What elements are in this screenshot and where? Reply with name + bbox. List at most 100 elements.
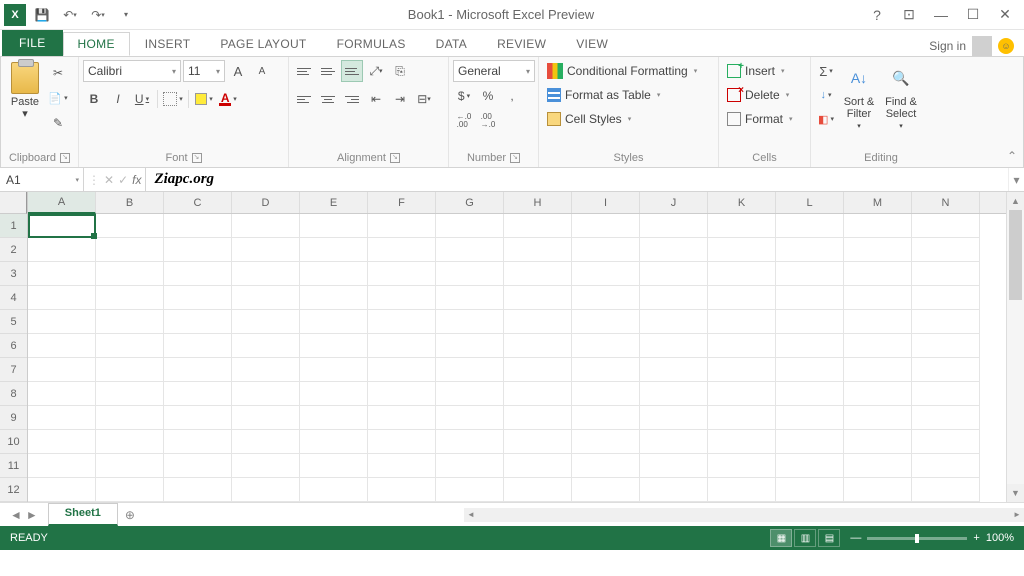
cell[interactable]	[368, 478, 436, 502]
tab-home[interactable]: HOME	[63, 32, 130, 56]
cell[interactable]	[912, 358, 980, 382]
scroll-left-icon[interactable]: ◄	[464, 510, 478, 519]
cell[interactable]	[844, 478, 912, 502]
percent-button[interactable]: %	[477, 85, 499, 107]
page-layout-view-button[interactable]: ▥	[794, 529, 816, 547]
cell[interactable]	[708, 454, 776, 478]
column-header[interactable]: D	[232, 192, 300, 213]
cell[interactable]	[232, 382, 300, 406]
fill-button[interactable]: ▾	[815, 84, 837, 106]
scroll-up-icon[interactable]: ▲	[1007, 192, 1024, 210]
cell[interactable]	[96, 262, 164, 286]
font-color-button[interactable]: A▾	[217, 88, 239, 110]
cell[interactable]	[96, 334, 164, 358]
cell[interactable]	[708, 262, 776, 286]
align-center-button[interactable]	[317, 88, 339, 110]
vertical-scrollbar[interactable]: ▲ ▼	[1006, 192, 1024, 502]
row-header[interactable]: 2	[0, 238, 27, 262]
column-header[interactable]: K	[708, 192, 776, 213]
cell[interactable]	[368, 214, 436, 238]
column-header[interactable]: J	[640, 192, 708, 213]
cell[interactable]	[232, 454, 300, 478]
cell[interactable]	[504, 406, 572, 430]
cell[interactable]	[776, 310, 844, 334]
cell[interactable]	[164, 478, 232, 502]
tab-formulas[interactable]: FORMULAS	[322, 32, 421, 56]
normal-view-button[interactable]: ▦	[770, 529, 792, 547]
sheet-nav-prev-icon[interactable]: ◄	[10, 508, 22, 522]
cell[interactable]	[776, 478, 844, 502]
cell[interactable]	[640, 286, 708, 310]
cell[interactable]	[912, 430, 980, 454]
format-painter-button[interactable]	[47, 112, 69, 134]
decrease-decimal-button[interactable]: .00 →.0	[477, 110, 499, 132]
cell[interactable]	[572, 262, 640, 286]
qat-redo-icon[interactable]: ↷▾	[86, 3, 110, 27]
cell[interactable]	[28, 214, 96, 238]
cell[interactable]	[368, 430, 436, 454]
tab-insert[interactable]: INSERT	[130, 32, 206, 56]
cell[interactable]	[708, 286, 776, 310]
cell[interactable]	[708, 214, 776, 238]
qat-undo-icon[interactable]: ↶▾	[58, 3, 82, 27]
cell[interactable]	[640, 214, 708, 238]
cell[interactable]	[436, 478, 504, 502]
cell[interactable]	[28, 262, 96, 286]
cell[interactable]	[368, 262, 436, 286]
cell[interactable]	[28, 310, 96, 334]
cell[interactable]	[28, 358, 96, 382]
tab-review[interactable]: REVIEW	[482, 32, 561, 56]
enter-formula-icon[interactable]: ✓	[118, 173, 128, 187]
cell[interactable]	[912, 334, 980, 358]
cell[interactable]	[232, 310, 300, 334]
cell[interactable]	[96, 358, 164, 382]
font-name-combo[interactable]: Calibri▾	[83, 60, 181, 82]
cell[interactable]	[96, 286, 164, 310]
close-icon[interactable]: ✕	[992, 4, 1018, 26]
cell[interactable]	[708, 358, 776, 382]
cell[interactable]	[164, 406, 232, 430]
cell[interactable]	[368, 454, 436, 478]
cell[interactable]	[912, 214, 980, 238]
row-header[interactable]: 11	[0, 454, 27, 478]
cell[interactable]	[300, 382, 368, 406]
cell[interactable]	[572, 358, 640, 382]
cut-button[interactable]	[47, 62, 69, 84]
cell[interactable]	[232, 358, 300, 382]
zoom-level[interactable]: 100%	[986, 532, 1014, 544]
cell[interactable]	[164, 286, 232, 310]
cell[interactable]	[776, 358, 844, 382]
cell[interactable]	[776, 430, 844, 454]
cell[interactable]	[368, 406, 436, 430]
cell[interactable]	[640, 382, 708, 406]
decrease-font-button[interactable]: A	[251, 60, 273, 82]
cell[interactable]	[164, 214, 232, 238]
cell[interactable]	[232, 214, 300, 238]
cell[interactable]	[776, 382, 844, 406]
bold-button[interactable]: B	[83, 88, 105, 110]
cell[interactable]	[776, 214, 844, 238]
sheet-nav-next-icon[interactable]: ►	[26, 508, 38, 522]
column-header[interactable]: N	[912, 192, 980, 213]
cell[interactable]	[368, 358, 436, 382]
font-size-combo[interactable]: 11▾	[183, 60, 225, 82]
vertical-scroll-thumb[interactable]	[1009, 210, 1022, 300]
maximize-icon[interactable]: ☐	[960, 4, 986, 26]
cell[interactable]	[640, 310, 708, 334]
cell[interactable]	[96, 478, 164, 502]
cell[interactable]	[844, 430, 912, 454]
cell[interactable]	[436, 214, 504, 238]
cell[interactable]	[572, 454, 640, 478]
tab-file[interactable]: FILE	[2, 30, 63, 56]
cell[interactable]	[572, 406, 640, 430]
delete-cells-button[interactable]: Delete▾	[723, 84, 793, 106]
cell[interactable]	[436, 238, 504, 262]
cell[interactable]	[28, 406, 96, 430]
cell[interactable]	[164, 334, 232, 358]
italic-button[interactable]: I	[107, 88, 129, 110]
cell[interactable]	[504, 238, 572, 262]
increase-decimal-button[interactable]: ←.0 .00	[453, 110, 475, 132]
border-button[interactable]: ▾	[162, 88, 184, 110]
row-header[interactable]: 3	[0, 262, 27, 286]
find-select-button[interactable]: Find & Select ▾	[881, 60, 921, 132]
